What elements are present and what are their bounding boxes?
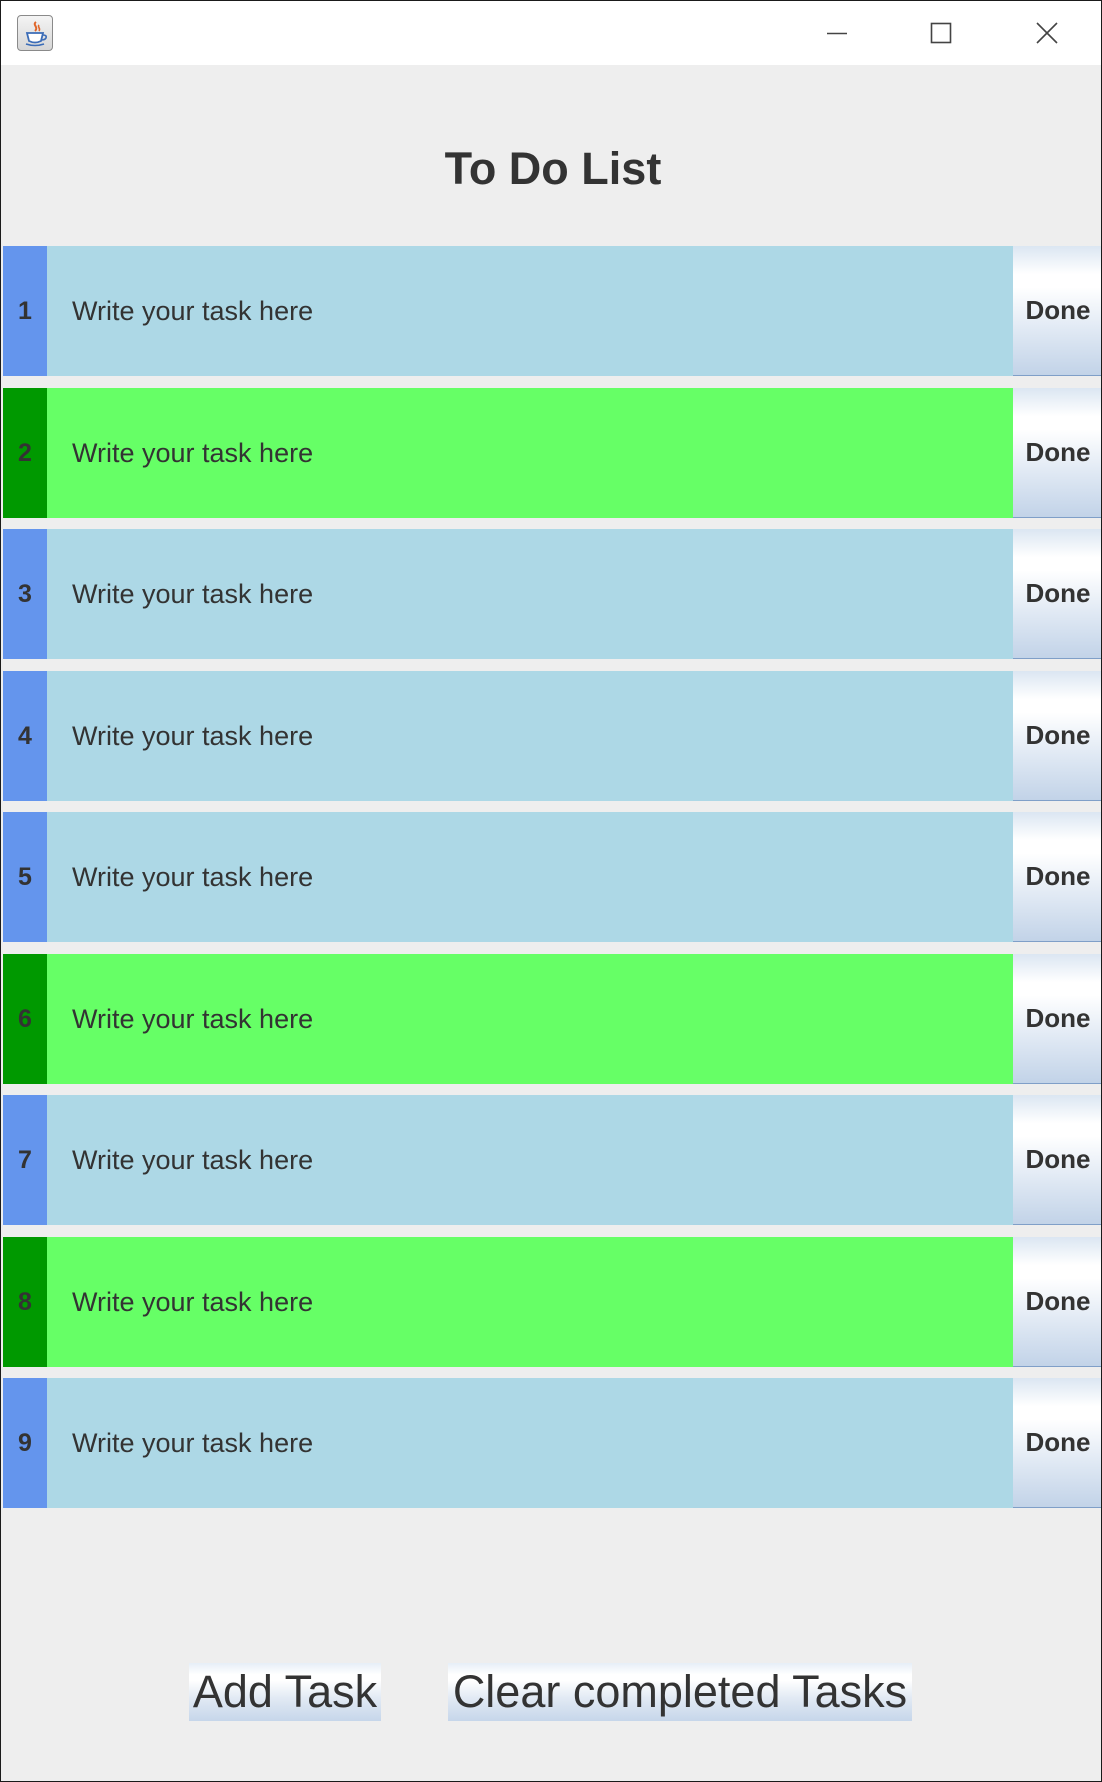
java-coffee-cup-icon[interactable] xyxy=(17,15,53,51)
task-text-field[interactable]: Write your task here xyxy=(47,1095,1013,1225)
minimize-icon xyxy=(827,32,847,35)
close-button[interactable] xyxy=(995,1,1099,65)
minimize-button[interactable] xyxy=(785,1,889,65)
done-button[interactable]: Done xyxy=(1013,1095,1101,1225)
task-text-field[interactable]: Write your task here xyxy=(47,388,1013,518)
maximize-button[interactable] xyxy=(889,1,993,65)
done-button[interactable]: Done xyxy=(1013,529,1101,659)
task-number: 5 xyxy=(3,812,47,942)
task-row: 4 Write your task here Done xyxy=(3,671,1101,801)
task-row: 8 Write your task here Done xyxy=(3,1237,1101,1367)
task-number: 3 xyxy=(3,529,47,659)
done-button[interactable]: Done xyxy=(1013,388,1101,518)
task-row: 1 Write your task here Done xyxy=(3,246,1101,376)
task-row: 7 Write your task here Done xyxy=(3,1095,1101,1225)
task-text-field[interactable]: Write your task here xyxy=(47,671,1013,801)
task-row: 9 Write your task here Done xyxy=(3,1378,1101,1508)
task-text-field[interactable]: Write your task here xyxy=(47,1378,1013,1508)
task-number: 8 xyxy=(3,1237,47,1367)
task-number: 9 xyxy=(3,1378,47,1508)
add-task-button[interactable]: Add Task xyxy=(189,1663,381,1721)
task-row: 5 Write your task here Done xyxy=(3,812,1101,942)
close-icon xyxy=(1036,22,1058,44)
task-row: 3 Write your task here Done xyxy=(3,529,1101,659)
clear-completed-button[interactable]: Clear completed Tasks xyxy=(448,1663,912,1721)
task-number: 6 xyxy=(3,954,47,1084)
task-number: 4 xyxy=(3,671,47,801)
task-number: 1 xyxy=(3,246,47,376)
task-text-field[interactable]: Write your task here xyxy=(47,1237,1013,1367)
done-button[interactable]: Done xyxy=(1013,246,1101,376)
task-number: 2 xyxy=(3,388,47,518)
maximize-icon xyxy=(930,22,952,44)
task-text-field[interactable]: Write your task here xyxy=(47,812,1013,942)
done-button[interactable]: Done xyxy=(1013,954,1101,1084)
task-number: 7 xyxy=(3,1095,47,1225)
app-window: To Do List 1 Write your task here Done 2 Wri… xyxy=(0,0,1102,1782)
done-button[interactable]: Done xyxy=(1013,812,1101,942)
task-text-field[interactable]: Write your task here xyxy=(47,529,1013,659)
done-button[interactable]: Done xyxy=(1013,671,1101,801)
task-text-field[interactable]: Write your task here xyxy=(47,246,1013,376)
done-button[interactable]: Done xyxy=(1013,1378,1101,1508)
task-row: 6 Write your task here Done xyxy=(3,954,1101,1084)
page-title: To Do List xyxy=(444,143,662,194)
done-button[interactable]: Done xyxy=(1013,1237,1101,1367)
task-text-field[interactable]: Write your task here xyxy=(47,954,1013,1084)
title-bar xyxy=(1,1,1101,65)
task-row: 2 Write your task here Done xyxy=(3,388,1101,518)
